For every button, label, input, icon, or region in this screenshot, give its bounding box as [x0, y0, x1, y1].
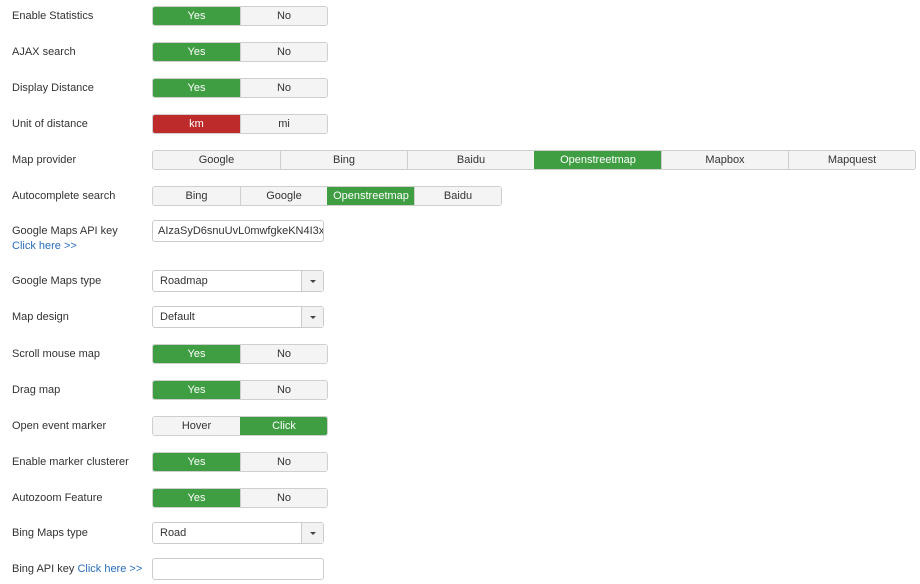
open-event-marker-toggle[interactable]: Hover Click [152, 416, 328, 436]
option-yes[interactable]: Yes [153, 381, 240, 399]
field-label: Google Maps type [12, 275, 102, 287]
option-bing[interactable]: Bing [280, 151, 407, 169]
field-label: Display Distance [12, 82, 94, 94]
bing-api-key-link[interactable]: Click here >> [77, 563, 142, 575]
field-label: Map design [12, 311, 69, 323]
field-label: Map provider [12, 154, 77, 166]
option-google[interactable]: Google [240, 187, 327, 205]
autozoom-feature-toggle[interactable]: Yes No [152, 488, 328, 508]
google-maps-type-select[interactable]: Roadmap [152, 270, 324, 292]
option-yes[interactable]: Yes [153, 489, 240, 507]
option-mi[interactable]: mi [240, 115, 327, 133]
field-label: AJAX search [12, 46, 76, 58]
option-baidu[interactable]: Baidu [414, 187, 501, 205]
field-label: Enable marker clusterer [12, 456, 129, 468]
select-value: Road [160, 527, 187, 539]
chevron-down-icon[interactable] [301, 523, 323, 543]
unit-of-distance-toggle[interactable]: km mi [152, 114, 328, 134]
option-yes[interactable]: Yes [153, 7, 240, 25]
field-label: Bing API key Click here >> [12, 562, 152, 577]
enable-statistics-toggle[interactable]: Yes No [152, 6, 328, 26]
field-label-text: Bing API key [12, 563, 75, 575]
option-no[interactable]: No [240, 489, 327, 507]
drag-map-toggle[interactable]: Yes No [152, 380, 328, 400]
field-label: Scroll mouse map [12, 348, 101, 360]
autocomplete-search-selector[interactable]: Bing Google Openstreetmap Baidu [152, 186, 502, 206]
field-label: Autozoom Feature [12, 492, 103, 504]
option-yes[interactable]: Yes [153, 345, 240, 363]
map-design-select[interactable]: Default [152, 306, 324, 328]
map-provider-selector[interactable]: Google Bing Baidu Openstreetmap Mapbox Mapque… [152, 150, 916, 170]
field-label: Drag map [12, 384, 61, 396]
enable-marker-clusterer-toggle[interactable]: Yes No [152, 452, 328, 472]
option-google[interactable]: Google [153, 151, 280, 169]
option-openstreetmap[interactable]: Openstreetmap [534, 151, 661, 169]
bing-maps-type-select[interactable]: Road [152, 522, 324, 544]
option-yes[interactable]: Yes [153, 43, 240, 61]
select-value: Default [160, 311, 195, 323]
google-api-key-link[interactable]: Click here >> [12, 240, 77, 252]
bing-api-key-input[interactable] [152, 558, 324, 580]
option-no[interactable]: No [240, 43, 327, 61]
option-no[interactable]: No [240, 7, 327, 25]
option-no[interactable]: No [240, 79, 327, 97]
option-no[interactable]: No [240, 381, 327, 399]
select-value: Roadmap [160, 275, 208, 287]
option-hover[interactable]: Hover [153, 417, 240, 435]
field-label: Enable Statistics [12, 10, 94, 22]
option-km[interactable]: km [153, 115, 240, 133]
option-no[interactable]: No [240, 345, 327, 363]
option-baidu[interactable]: Baidu [407, 151, 534, 169]
option-yes[interactable]: Yes [153, 453, 240, 471]
field-label: Autocomplete search [12, 190, 116, 202]
option-bing[interactable]: Bing [153, 187, 240, 205]
chevron-down-icon[interactable] [301, 271, 323, 291]
option-no[interactable]: No [240, 453, 327, 471]
option-openstreetmap[interactable]: Openstreetmap [327, 187, 414, 205]
option-yes[interactable]: Yes [153, 79, 240, 97]
option-mapbox[interactable]: Mapbox [661, 151, 788, 169]
ajax-search-toggle[interactable]: Yes No [152, 42, 328, 62]
option-click[interactable]: Click [240, 417, 327, 435]
field-label: Google Maps API key Click here >> [12, 224, 142, 254]
chevron-down-icon[interactable] [301, 307, 323, 327]
field-label-text: Google Maps API key [12, 225, 118, 237]
field-label: Bing Maps type [12, 527, 88, 539]
option-mapquest[interactable]: Mapquest [788, 151, 915, 169]
display-distance-toggle[interactable]: Yes No [152, 78, 328, 98]
google-maps-api-key-input[interactable]: AIzaSyD6snuUvL0mwfgkeKN4I3xo6 [152, 220, 324, 242]
scroll-mouse-map-toggle[interactable]: Yes No [152, 344, 328, 364]
field-label: Unit of distance [12, 118, 88, 130]
field-label: Open event marker [12, 420, 107, 432]
